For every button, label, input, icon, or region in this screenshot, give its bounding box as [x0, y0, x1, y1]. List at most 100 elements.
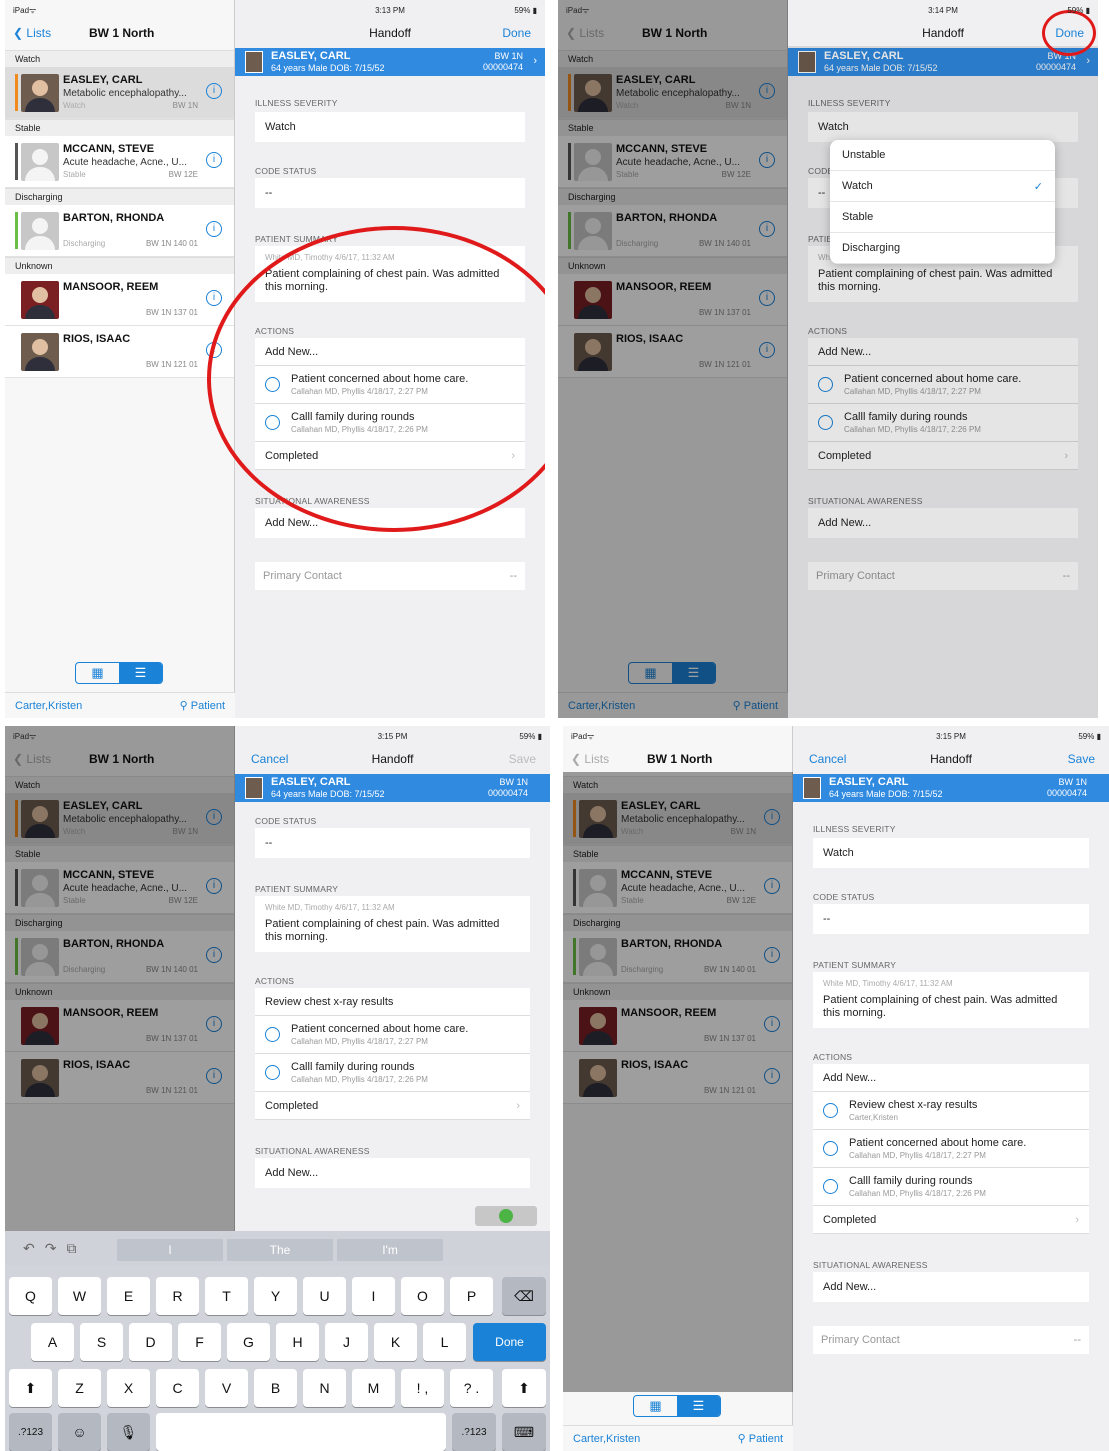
- key[interactable]: Z: [58, 1369, 101, 1407]
- back-to-lists-button[interactable]: ❮ Lists: [13, 26, 51, 40]
- patient-row[interactable]: BARTON, RHONDA Discharging BW 1N 140 01 i: [5, 205, 234, 257]
- severity-option[interactable]: Watch ✓: [830, 171, 1055, 202]
- view-toggle[interactable]: ▦☰: [75, 662, 163, 684]
- key[interactable]: X: [107, 1369, 150, 1407]
- key[interactable]: N: [303, 1369, 346, 1407]
- numbers-key[interactable]: .?123: [9, 1413, 52, 1451]
- severity-option[interactable]: Discharging: [830, 233, 1055, 264]
- key[interactable]: L: [423, 1323, 466, 1361]
- suggestion[interactable]: The: [227, 1239, 333, 1261]
- key[interactable]: I: [352, 1277, 395, 1315]
- action-item[interactable]: Review chest x-ray results Carter,Kristen: [813, 1092, 1089, 1130]
- key[interactable]: E: [107, 1277, 150, 1315]
- done-key[interactable]: Done: [473, 1323, 546, 1361]
- situational-add-new[interactable]: Add New...: [255, 1158, 530, 1188]
- key[interactable]: B: [254, 1369, 297, 1407]
- shift-key[interactable]: ⬆: [502, 1369, 546, 1407]
- numbers-key[interactable]: .?123: [452, 1413, 496, 1451]
- patient-banner[interactable]: EASLEY, CARL 64 years Male DOB: 7/15/52 BW…: [235, 48, 545, 76]
- key[interactable]: K: [374, 1323, 417, 1361]
- key[interactable]: C: [156, 1369, 199, 1407]
- primary-contact-field[interactable]: Primary Contact --: [255, 562, 525, 590]
- new-action-input[interactable]: Review chest x-ray results: [255, 988, 530, 1016]
- view-toggle[interactable]: ▦☰: [633, 1395, 721, 1417]
- patient-row[interactable]: MCCANN, STEVE Acute headache, Acne., U...…: [5, 136, 234, 188]
- code-status-field[interactable]: --: [255, 178, 525, 208]
- checkbox-circle-icon[interactable]: [265, 1027, 280, 1042]
- action-item[interactable]: Calll family during rounds Callahan MD, P…: [813, 1168, 1089, 1206]
- action-item[interactable]: Calll family during rounds Callahan MD, P…: [255, 1054, 530, 1092]
- add-new-action[interactable]: Add New...: [813, 1064, 1089, 1092]
- key[interactable]: R: [156, 1277, 199, 1315]
- backspace-key[interactable]: ⌫: [502, 1277, 546, 1315]
- action-item[interactable]: Patient concerned about home care. Callah…: [813, 1130, 1089, 1168]
- code-status-field[interactable]: --: [255, 828, 530, 858]
- microphone-icon[interactable]: 🎙: [107, 1413, 150, 1451]
- shift-key[interactable]: ⬆: [9, 1369, 52, 1407]
- severity-option[interactable]: Unstable: [830, 140, 1055, 171]
- patient-row[interactable]: MANSOOR, REEM BW 1N 137 01 i: [5, 274, 234, 326]
- info-icon[interactable]: i: [206, 221, 222, 237]
- done-button[interactable]: Done: [502, 26, 531, 40]
- checkbox-circle-icon[interactable]: [823, 1103, 838, 1118]
- checkbox-circle-icon[interactable]: [265, 1065, 280, 1080]
- cancel-button[interactable]: Cancel: [809, 752, 846, 766]
- key[interactable]: Q: [9, 1277, 52, 1315]
- illness-severity-field[interactable]: Watch: [813, 838, 1089, 868]
- suggestion[interactable]: I: [117, 1239, 223, 1261]
- key[interactable]: F: [178, 1323, 221, 1361]
- calendar-icon[interactable]: ▦: [634, 1396, 677, 1416]
- key[interactable]: G: [227, 1323, 270, 1361]
- checkbox-circle-icon[interactable]: [823, 1141, 838, 1156]
- key[interactable]: P: [450, 1277, 493, 1315]
- patient-row[interactable]: EASLEY, CARL Metabolic encephalopathy... W…: [5, 67, 234, 119]
- info-icon[interactable]: i: [206, 83, 222, 99]
- key[interactable]: ? .: [450, 1369, 493, 1407]
- back-to-lists-button[interactable]: ❮ Lists: [571, 752, 609, 766]
- key[interactable]: U: [303, 1277, 346, 1315]
- key[interactable]: A: [31, 1323, 74, 1361]
- patient-list-icon[interactable]: ☰: [119, 663, 162, 683]
- key[interactable]: H: [276, 1323, 319, 1361]
- key[interactable]: D: [129, 1323, 172, 1361]
- code-status-field[interactable]: --: [813, 904, 1089, 934]
- dictation-button[interactable]: [475, 1206, 537, 1226]
- patient-row[interactable]: RIOS, ISAAC BW 1N 121 01 i: [5, 326, 234, 378]
- current-user-link[interactable]: Carter,Kristen: [15, 700, 82, 712]
- checkbox-circle-icon[interactable]: [823, 1179, 838, 1194]
- emoji-icon[interactable]: ☺: [58, 1413, 101, 1451]
- key[interactable]: J: [325, 1323, 368, 1361]
- patient-list-icon[interactable]: ☰: [677, 1396, 720, 1416]
- save-button[interactable]: Save: [1068, 752, 1095, 766]
- patient-banner[interactable]: EASLEY, CARL 64 years Male DOB: 7/15/52 BW…: [235, 774, 550, 802]
- space-key[interactable]: [156, 1413, 446, 1451]
- primary-contact-field[interactable]: Primary Contact --: [813, 1326, 1089, 1354]
- patient-search-button[interactable]: ⚲ Patient: [180, 699, 225, 712]
- key[interactable]: V: [205, 1369, 248, 1407]
- key[interactable]: ! ,: [401, 1369, 444, 1407]
- save-button[interactable]: Save: [509, 752, 536, 766]
- key[interactable]: O: [401, 1277, 444, 1315]
- suggestion[interactable]: I'm: [337, 1239, 443, 1261]
- key[interactable]: S: [80, 1323, 123, 1361]
- action-item[interactable]: Patient concerned about home care. Callah…: [255, 1016, 530, 1054]
- undo-redo-icon[interactable]: ↶↷⧉: [23, 1240, 86, 1257]
- key[interactable]: Y: [254, 1277, 297, 1315]
- calendar-icon[interactable]: ▦: [76, 663, 119, 683]
- hide-keyboard-icon[interactable]: ⌨: [502, 1413, 546, 1451]
- completed-actions-link[interactable]: Completed ›: [255, 1092, 530, 1120]
- completed-actions-link[interactable]: Completed ›: [813, 1206, 1089, 1234]
- situational-add-new[interactable]: Add New...: [813, 1272, 1089, 1302]
- patient-summary-field[interactable]: White MD, Timothy 4/6/17, 11:32 AM Patien…: [813, 972, 1089, 1028]
- severity-option[interactable]: Stable: [830, 202, 1055, 233]
- illness-severity-field[interactable]: Watch: [255, 112, 525, 142]
- info-icon[interactable]: i: [206, 290, 222, 306]
- info-icon[interactable]: i: [206, 152, 222, 168]
- key[interactable]: T: [205, 1277, 248, 1315]
- cancel-button[interactable]: Cancel: [251, 752, 288, 766]
- patient-search-button[interactable]: ⚲ Patient: [738, 1432, 783, 1445]
- key[interactable]: M: [352, 1369, 395, 1407]
- patient-summary-field[interactable]: White MD, Timothy 4/6/17, 11:32 AM Patien…: [255, 896, 530, 952]
- key[interactable]: W: [58, 1277, 101, 1315]
- patient-banner[interactable]: EASLEY, CARL 64 years Male DOB: 7/15/52 BW…: [793, 774, 1109, 802]
